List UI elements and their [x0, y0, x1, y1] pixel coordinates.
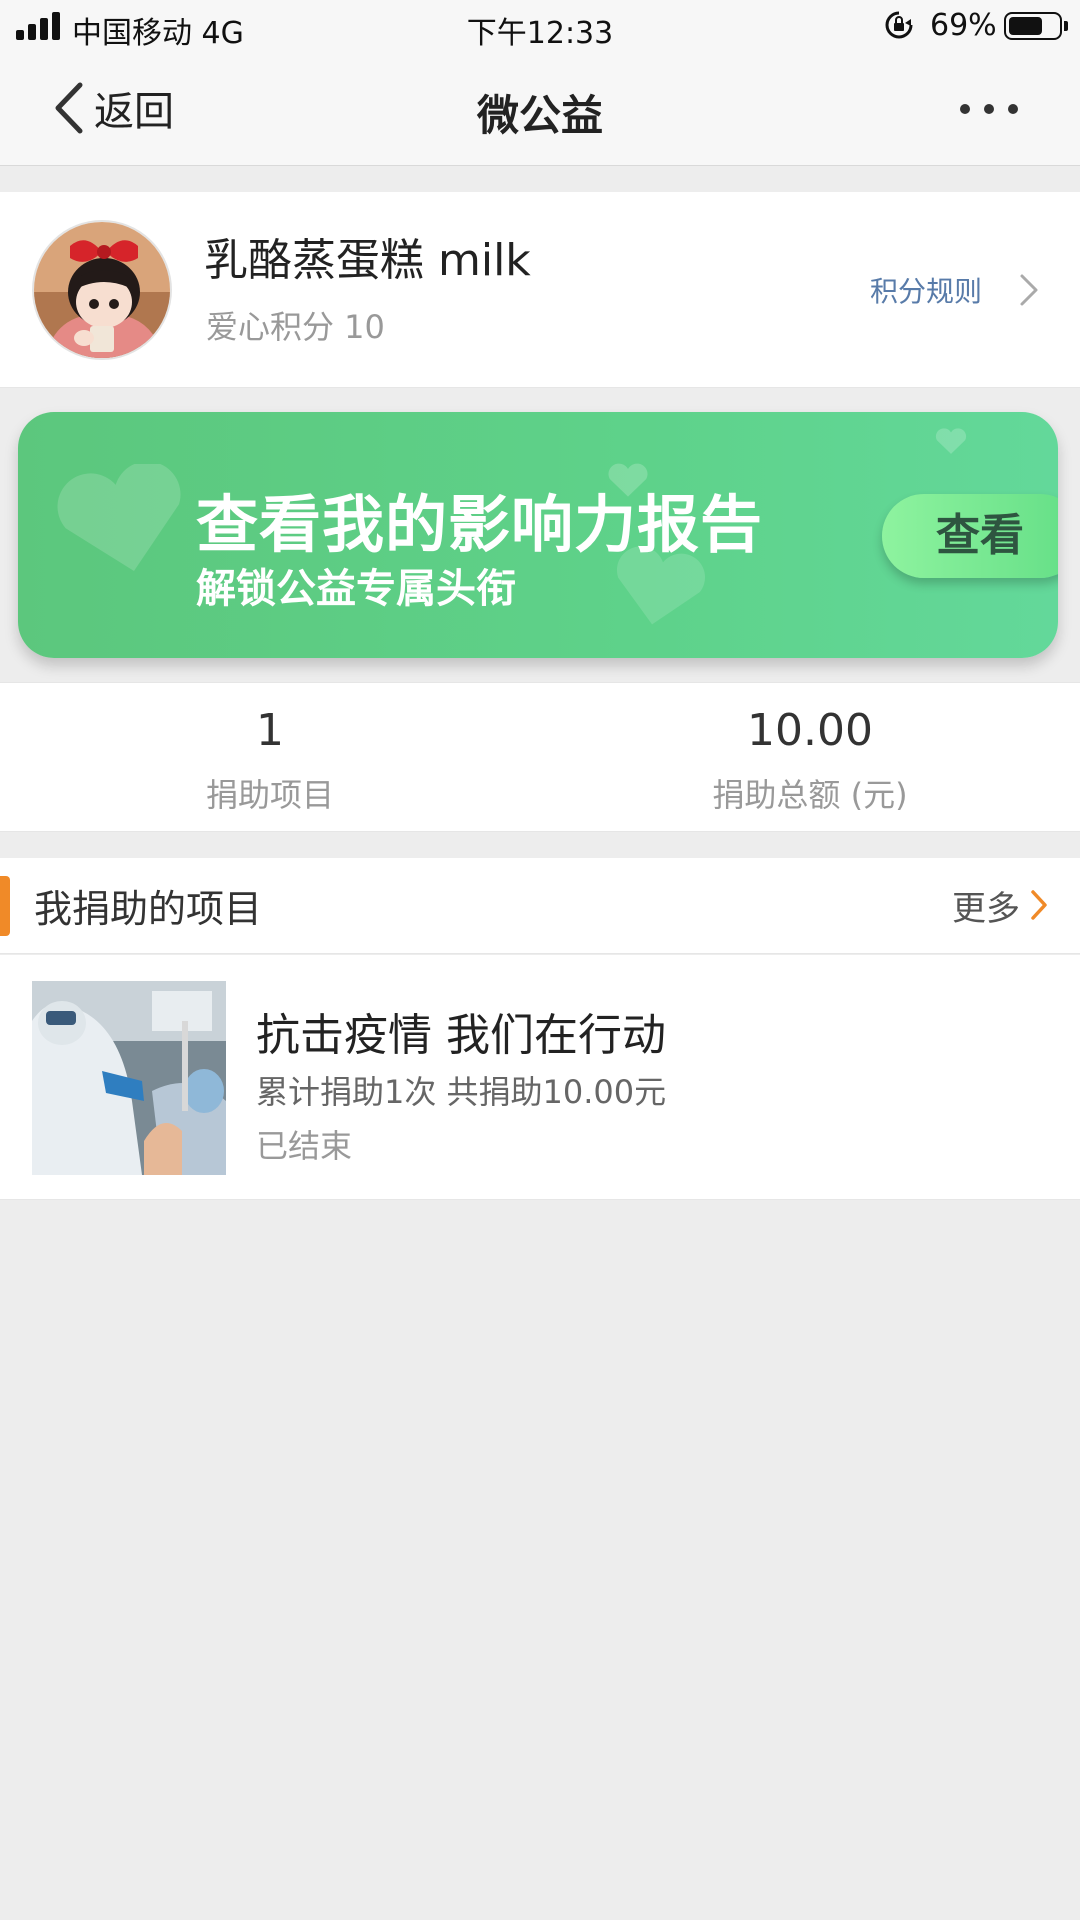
- avatar-illustration: [34, 222, 170, 358]
- more-options-button[interactable]: [954, 98, 1024, 122]
- view-report-button[interactable]: 查看: [882, 494, 1058, 578]
- stat-projects: 1 捐助项目: [70, 705, 470, 816]
- battery-level: [1009, 17, 1042, 35]
- points-rules-label: 积分规则: [870, 275, 983, 308]
- banner-title: 查看我的影响力报告: [196, 488, 764, 561]
- donation-stats: 1 捐助项目 10.00 捐助总额 (元): [0, 682, 1080, 832]
- user-nickname: 乳酪蒸蛋糕 milk: [204, 235, 531, 286]
- profile-card: 乳酪蒸蛋糕 milk 爱心积分 10 积分规则: [0, 192, 1080, 388]
- stat-label: 捐助项目: [205, 776, 334, 814]
- more-projects-link[interactable]: 更多: [952, 880, 1048, 930]
- impact-report-banner[interactable]: 查看我的影响力报告 解锁公益专属头衔 查看: [18, 412, 1058, 658]
- project-title: 抗击疫情 我们在行动: [256, 1010, 666, 1061]
- orientation-lock-icon: [885, 11, 913, 39]
- section-accent-bar: [0, 876, 10, 936]
- stat-total-amount: 10.00 捐助总额 (元): [610, 705, 1010, 816]
- donated-projects-header: 我捐助的项目 更多: [0, 858, 1080, 954]
- top-bar: 中国移动 4G 下午12:33 69% 返回 微公益: [0, 0, 1080, 166]
- project-list-item[interactable]: 抗击疫情 我们在行动 累计捐助1次 共捐助10.00元 已结束: [0, 955, 1080, 1200]
- status-time: 下午12:33: [466, 16, 614, 51]
- chevron-right-icon: [1031, 890, 1047, 920]
- points-rules-link[interactable]: 积分规则: [870, 268, 1040, 312]
- section-title: 我捐助的项目: [34, 887, 263, 931]
- more-label: 更多: [952, 888, 1020, 929]
- stat-value: 1: [256, 705, 284, 756]
- project-status: 已结束: [256, 1127, 353, 1165]
- banner-subtitle: 解锁公益专属头衔: [196, 566, 516, 612]
- status-bar: 中国移动 4G 下午12:33 69%: [0, 0, 1080, 52]
- chevron-right-icon: [1020, 274, 1038, 306]
- project-donation-summary: 累计捐助1次 共捐助10.00元: [256, 1073, 667, 1111]
- battery-icon: [1004, 12, 1068, 40]
- stat-label: 捐助总额 (元): [712, 776, 908, 814]
- avatar[interactable]: [32, 220, 172, 360]
- heart-decoration-icon: [57, 464, 181, 571]
- stat-value: 10.00: [747, 705, 873, 756]
- love-points: 爱心积分 10: [206, 308, 385, 346]
- heart-decoration-icon: [935, 428, 967, 454]
- project-thumbnail: [32, 981, 226, 1175]
- battery-percent: 69%: [930, 8, 997, 43]
- page-title: 微公益: [476, 91, 603, 140]
